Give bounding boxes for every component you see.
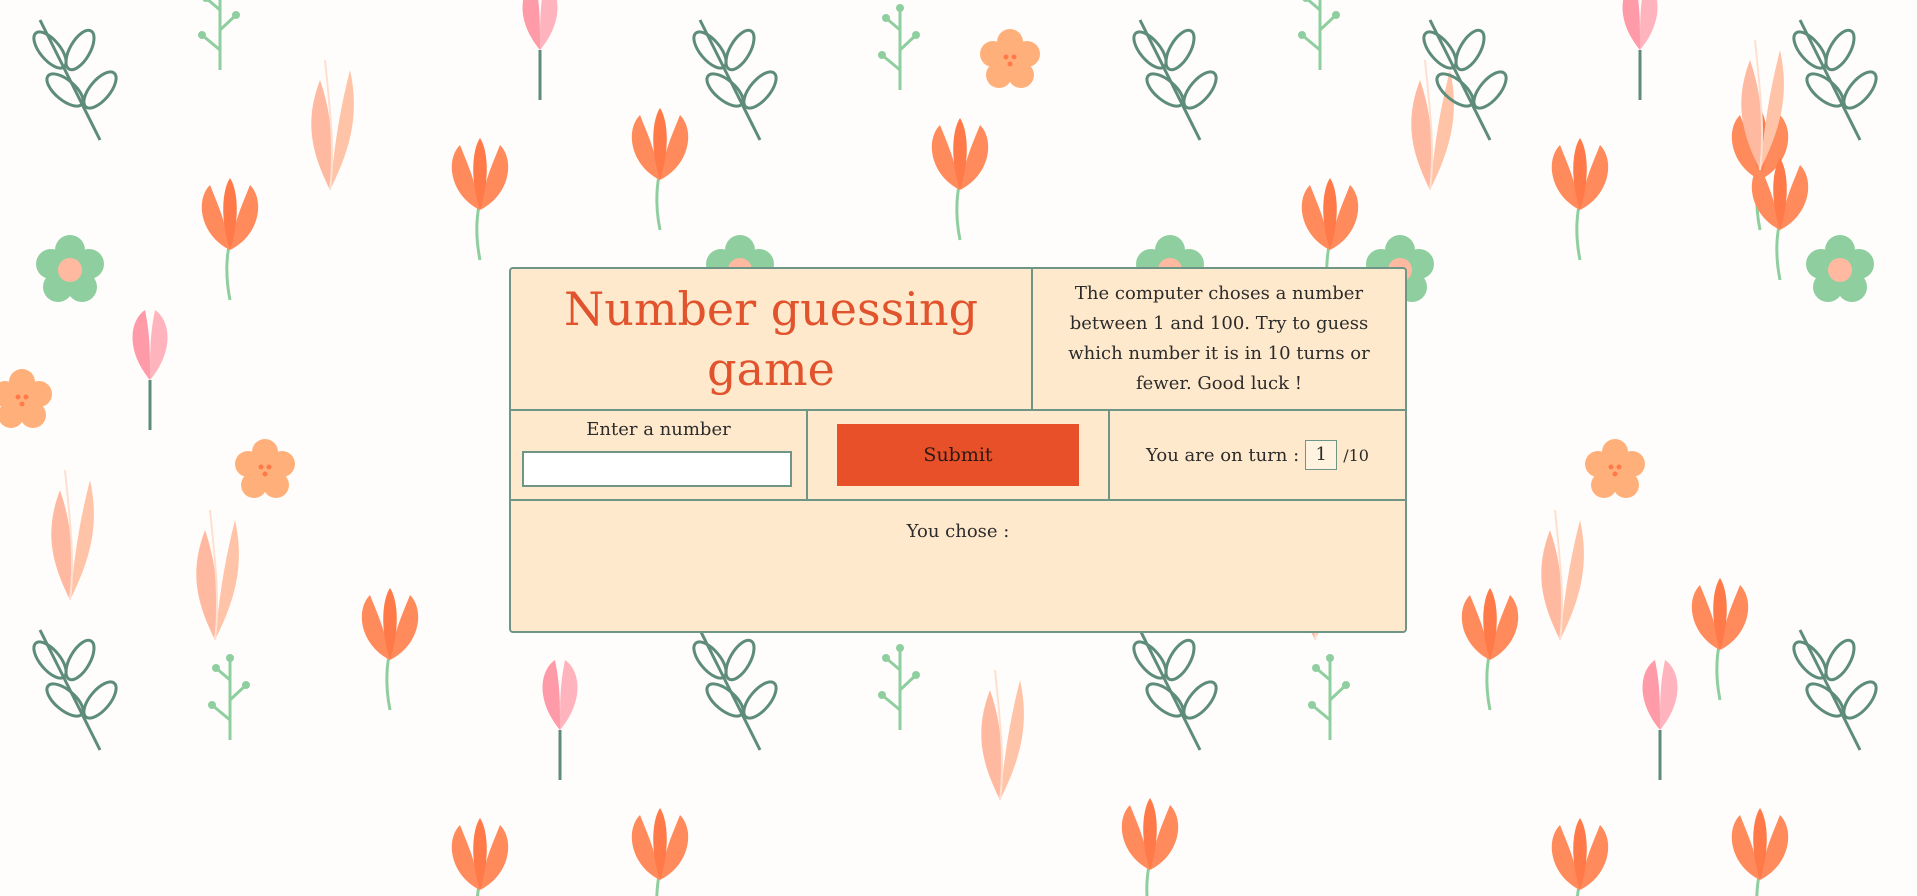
turn-current: 1 — [1305, 440, 1338, 470]
turn-label: You are on turn : — [1146, 444, 1300, 466]
turn-counter: You are on turn : 1 /10 — [1110, 411, 1405, 499]
guess-input-cell: Enter a number — [511, 411, 808, 499]
header-row: Number guessing game The computer choses… — [511, 269, 1405, 411]
description-cell: The computer choses a number between 1 a… — [1033, 269, 1405, 409]
page-title: Number guessing game — [563, 282, 979, 396]
guess-input[interactable] — [522, 451, 792, 487]
submit-button[interactable]: Submit — [837, 424, 1079, 486]
turn-total: /10 — [1343, 445, 1369, 465]
result-row: You chose : — [511, 501, 1405, 631]
game-description: The computer choses a number between 1 a… — [1068, 283, 1370, 394]
controls-row: Enter a number Submit You are on turn : … — [511, 411, 1405, 501]
guess-label: Enter a number — [586, 419, 731, 440]
game-panel: Number guessing game The computer choses… — [509, 267, 1407, 633]
submit-cell: Submit — [808, 411, 1110, 499]
title-cell: Number guessing game — [511, 269, 1033, 409]
chosen-numbers-label: You chose : — [906, 521, 1010, 542]
